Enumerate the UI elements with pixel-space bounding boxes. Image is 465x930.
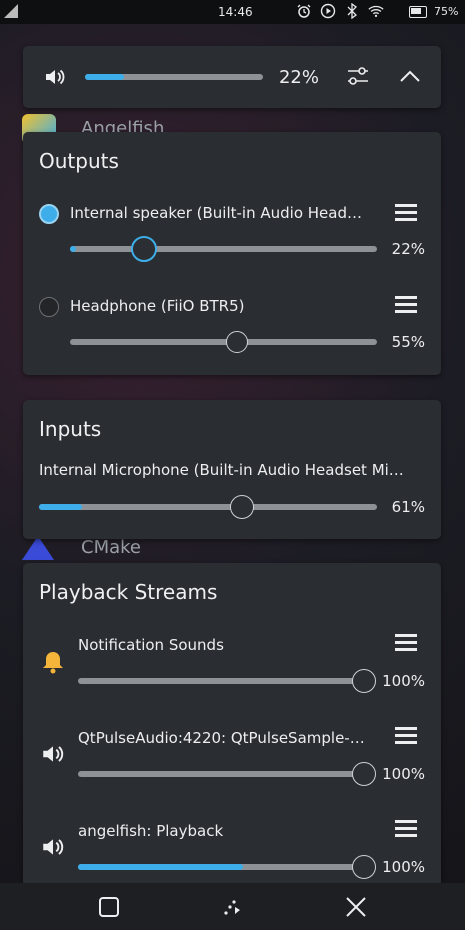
stream-label-qtpulseaudio: QtPulseAudio:4220: QtPulseSample-…	[78, 729, 365, 747]
output-label-headphone: Headphone (FiiO BTR5)	[70, 297, 245, 315]
master-volume-fill	[85, 74, 124, 80]
home-icon[interactable]	[220, 895, 244, 919]
stream-menu-icon[interactable]	[395, 634, 417, 651]
task-switcher-icon[interactable]	[97, 895, 121, 919]
output-volume-handle[interactable]	[131, 236, 157, 262]
signal-icon	[4, 4, 18, 18]
battery-percent: 75%	[434, 5, 459, 18]
mixer-settings-icon[interactable]	[346, 65, 370, 87]
alarm-icon	[296, 3, 312, 19]
output-menu-icon[interactable]	[395, 296, 417, 313]
stream-level-fill	[78, 864, 243, 870]
stream-menu-icon[interactable]	[395, 820, 417, 837]
output-radio-headphone[interactable]	[39, 297, 59, 317]
stream-volume-slider-angelfish-playback[interactable]	[78, 855, 376, 879]
input-volume-percent: 61%	[391, 498, 425, 516]
speaker-icon	[40, 834, 66, 860]
output-volume-slider-internal-speaker[interactable]	[70, 236, 377, 262]
stream-volume-percent-angelfish-playback: 100%	[382, 858, 425, 876]
bell-icon	[40, 649, 66, 675]
outputs-section: Outputs Internal speaker (Built-in Audio…	[23, 132, 441, 375]
bluetooth-icon	[344, 3, 360, 19]
stream-volume-slider-notification-sounds[interactable]	[78, 669, 376, 693]
inputs-title: Inputs	[39, 417, 102, 441]
output-level-fill	[70, 246, 76, 252]
input-volume-handle[interactable]	[230, 495, 254, 519]
output-volume-slider-headphone[interactable]	[70, 331, 377, 353]
stream-volume-slider-qtpulseaudio[interactable]	[78, 762, 376, 786]
output-menu-icon[interactable]	[395, 204, 417, 221]
status-time: 14:46	[218, 5, 253, 19]
speaker-icon	[40, 741, 66, 767]
speaker-icon[interactable]	[43, 65, 65, 87]
stream-volume-handle[interactable]	[352, 855, 376, 879]
playback-title: Playback Streams	[39, 580, 218, 604]
stream-label-angelfish-playback: angelfish: Playback	[78, 822, 224, 840]
output-volume-percent-headphone: 55%	[391, 333, 425, 351]
status-bar: 14:46 75%	[0, 0, 465, 24]
battery-icon	[409, 6, 427, 18]
playback-streams-section: Playback Streams Notification Sounds 100…	[23, 563, 441, 893]
stream-volume-percent-notification-sounds: 100%	[382, 672, 425, 690]
input-level-fill	[39, 504, 82, 510]
input-volume-slider[interactable]	[39, 495, 377, 519]
stream-volume-percent-qtpulseaudio: 100%	[382, 765, 425, 783]
bg-app-cmake: CMake	[81, 537, 141, 558]
inputs-section: Inputs Internal Microphone (Built-in Aud…	[23, 400, 441, 539]
master-volume-slider[interactable]	[85, 74, 263, 80]
chevron-up-icon[interactable]	[398, 66, 422, 86]
stream-volume-handle[interactable]	[352, 669, 376, 693]
output-volume-handle[interactable]	[226, 331, 248, 353]
stream-volume-handle[interactable]	[352, 762, 376, 786]
wifi-icon	[368, 3, 384, 19]
input-label-internal-microphone: Internal Microphone (Built-in Audio Head…	[39, 461, 404, 479]
output-volume-percent-internal-speaker: 22%	[391, 240, 425, 258]
cmake-app-icon	[22, 536, 54, 560]
close-icon[interactable]	[344, 895, 368, 919]
outputs-title: Outputs	[39, 149, 119, 173]
output-radio-internal-speaker[interactable]	[39, 204, 59, 224]
master-volume-percent: 22%	[278, 67, 319, 88]
navigation-bar	[0, 883, 465, 930]
output-label-internal-speaker: Internal speaker (Built-in Audio Head…	[70, 204, 362, 222]
stream-menu-icon[interactable]	[395, 727, 417, 744]
master-volume-bar: 22%	[23, 46, 441, 108]
stream-label-notification-sounds: Notification Sounds	[78, 636, 224, 654]
play-circle-icon	[320, 3, 336, 19]
